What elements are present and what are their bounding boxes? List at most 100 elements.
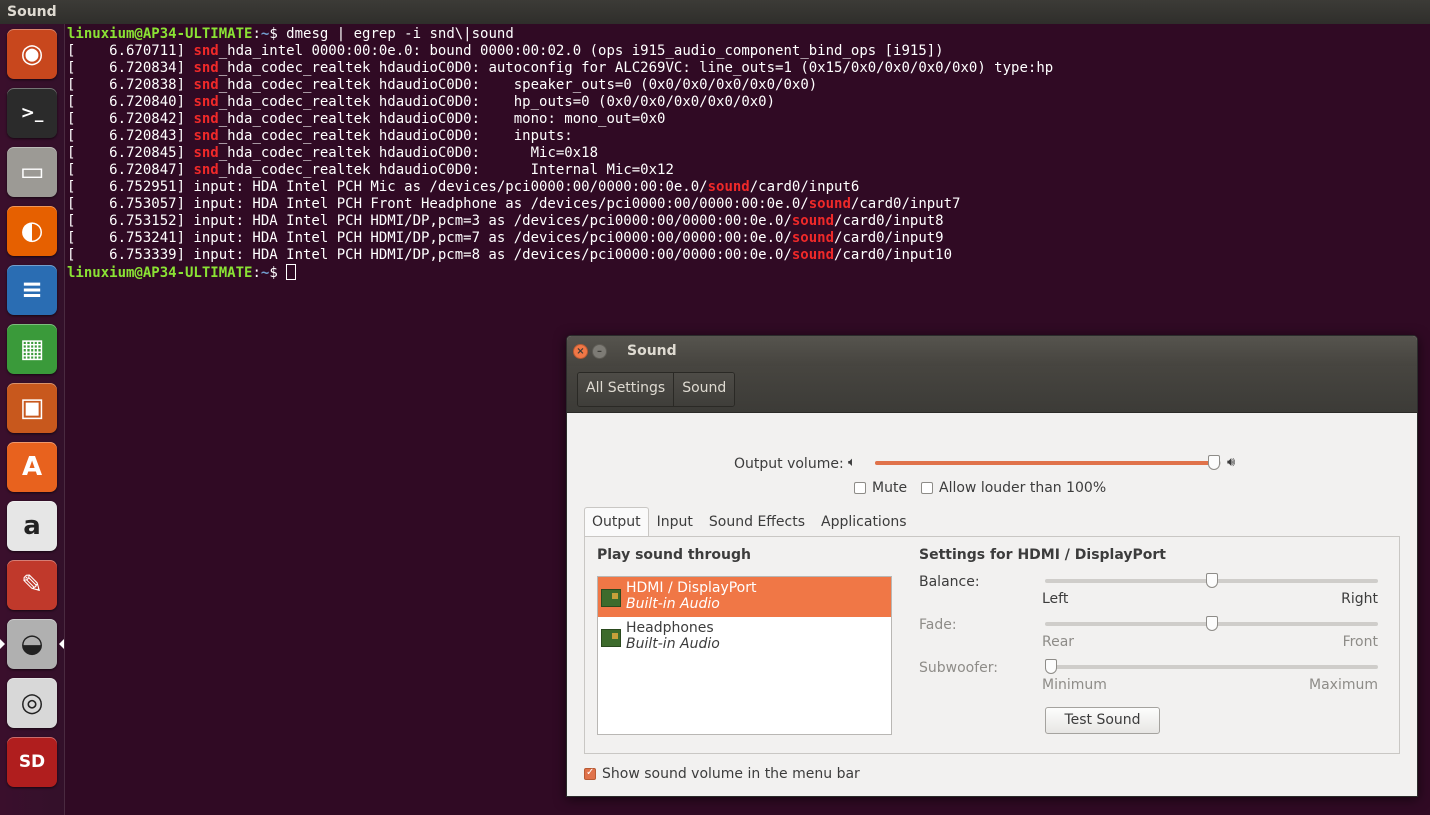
terminal-text: _hda_codec_realtek hdaudioC0D0: Mic=0x18: [218, 145, 599, 161]
terminal-text: [ 6.720847]: [67, 162, 194, 178]
terminal-text: /card0/input8: [834, 213, 944, 229]
terminal-text: sound: [791, 247, 835, 263]
terminal-text: [ 6.753339] input: HDA Intel PCH HDMI/DP…: [67, 247, 792, 263]
minimize-icon[interactable]: –: [592, 343, 607, 359]
launcher-amazon-icon[interactable]: a: [7, 501, 57, 551]
device-hdmi-displayport[interactable]: HDMI / DisplayPort Built-in Audio: [598, 577, 891, 617]
sound-card-icon: [601, 629, 621, 647]
launcher-terminal-icon[interactable]: >_: [7, 88, 57, 138]
balance-handle[interactable]: [1205, 573, 1218, 588]
terminal-line: [ 6.753241] input: HDA Intel PCH HDMI/DP…: [67, 230, 1430, 247]
terminal-text: snd: [193, 162, 219, 178]
terminal-text: snd: [193, 77, 219, 93]
terminal-line: linuxium@AP34-ULTIMATE:~$ dmesg | egrep …: [67, 26, 1430, 43]
allow-louder-checkbox[interactable]: [921, 482, 933, 494]
breadcrumb-sound[interactable]: Sound: [674, 373, 735, 406]
terminal-line: [ 6.720847] snd_hda_codec_realtek hdaudi…: [67, 162, 1430, 179]
device-headphones[interactable]: Headphones Built-in Audio: [598, 617, 891, 657]
tab-sound-effects[interactable]: Sound Effects: [701, 507, 813, 537]
launcher-software-center-icon[interactable]: A: [7, 442, 57, 492]
mute-label: Mute: [872, 480, 908, 496]
terminal-text: [ 6.720838]: [67, 77, 194, 93]
launcher-firefox-icon[interactable]: ◐: [7, 206, 57, 256]
launcher-sound-settings-icon[interactable]: ◒: [0, 619, 64, 669]
output-tab-panel: Play sound through HDMI / DisplayPort Bu…: [584, 536, 1400, 754]
device-name: Headphones: [626, 620, 714, 636]
tab-applications[interactable]: Applications: [813, 507, 915, 537]
sound-tabs: Output Input Sound Effects Applications: [584, 507, 915, 537]
terminal-line: [ 6.752951] input: HDA Intel PCH Mic as …: [67, 179, 1430, 196]
fade-handle[interactable]: [1205, 616, 1218, 631]
terminal-line: [ 6.753057] input: HDA Intel PCH Front H…: [67, 196, 1430, 213]
terminal-line: [ 6.720845] snd_hda_codec_realtek hdaudi…: [67, 145, 1430, 162]
tab-input[interactable]: Input: [649, 507, 701, 537]
fade-label: Fade:: [919, 617, 957, 633]
terminal-text: [ 6.720834]: [67, 60, 194, 76]
terminal-text: _hda_codec_realtek hdaudioC0D0: inputs:: [218, 128, 573, 144]
output-volume-fill: [875, 461, 1215, 465]
launcher-camera-icon[interactable]: ◎: [7, 678, 57, 728]
launcher-system-settings-icon[interactable]: ✎: [7, 560, 57, 610]
test-sound-button[interactable]: Test Sound: [1045, 707, 1160, 734]
fade-slider[interactable]: [1045, 616, 1378, 631]
launcher-dash-icon[interactable]: ◉: [7, 29, 57, 79]
terminal-line: [ 6.720843] snd_hda_codec_realtek hdaudi…: [67, 128, 1430, 145]
subwoofer-label: Subwoofer:: [919, 660, 998, 676]
output-volume-slider[interactable]: [875, 455, 1221, 470]
window-title: Sound: [627, 343, 677, 359]
terminal-text: [ 6.753241] input: HDA Intel PCH HDMI/DP…: [67, 230, 792, 246]
terminal-line: [ 6.720834] snd_hda_codec_realtek hdaudi…: [67, 60, 1430, 77]
subwoofer-slider[interactable]: [1045, 659, 1378, 674]
terminal-text: snd: [193, 145, 219, 161]
terminal-text: _hda_codec_realtek hdaudioC0D0: autoconf…: [218, 60, 1054, 76]
launcher: ◉ >_ ▭ ◐ ≡ ▦ ▣ Aa ✎ ◒ ◎ SD: [0, 24, 65, 815]
top-panel: Sound: [0, 0, 1430, 24]
terminal-text: :: [252, 26, 261, 42]
show-volume-checkbox[interactable]: [584, 767, 596, 780]
louder-checkbox-row[interactable]: Allow louder than 100%: [921, 480, 1106, 496]
launcher-files-icon[interactable]: ▭: [7, 147, 57, 197]
output-volume-label: Output volume:: [734, 456, 844, 472]
breadcrumb-all-settings[interactable]: All Settings: [578, 373, 675, 406]
show-volume-row[interactable]: Show sound volume in the menu bar: [584, 766, 860, 782]
launcher-impress-icon[interactable]: ▣: [7, 383, 57, 433]
terminal-text: sound: [808, 196, 851, 212]
terminal-line: [ 6.753339] input: HDA Intel PCH HDMI/DP…: [67, 247, 1430, 264]
close-icon[interactable]: ×: [573, 343, 588, 359]
terminal-line: [ 6.720838] snd_hda_codec_realtek hdaudi…: [67, 77, 1430, 94]
balance-slider[interactable]: [1045, 573, 1378, 588]
terminal-line: linuxium@AP34-ULTIMATE:~$: [67, 264, 1430, 281]
speaker-high-icon: 🔊︎: [1227, 455, 1236, 470]
terminal-text: [ 6.720840]: [67, 94, 194, 110]
toolbar: All Settings Sound: [567, 366, 1417, 413]
terminal-line: [ 6.670711] snd_hda_intel 0000:00:0e.0: …: [67, 43, 1430, 60]
terminal-text: [ 6.720842]: [67, 111, 194, 127]
launcher-writer-icon[interactable]: ≡: [7, 265, 57, 315]
terminal-text: /card0/input9: [834, 230, 944, 246]
subwoofer-handle[interactable]: [1045, 659, 1057, 674]
sound-titlebar[interactable]: × – Sound: [567, 336, 1417, 366]
terminal-line: [ 6.720842] snd_hda_codec_realtek hdaudi…: [67, 111, 1430, 128]
terminal-text: _hda_codec_realtek hdaudioC0D0: speaker_…: [218, 77, 818, 93]
terminal-text: [ 6.720843]: [67, 128, 194, 144]
tab-output[interactable]: Output: [584, 507, 649, 537]
terminal-line: [ 6.753152] input: HDA Intel PCH HDMI/DP…: [67, 213, 1430, 230]
terminal-text: snd: [193, 60, 219, 76]
mute-checkbox-row[interactable]: Mute: [854, 480, 907, 496]
launcher-sd-card-icon[interactable]: SD: [7, 737, 57, 787]
terminal-text: [ 6.753057] input: HDA Intel PCH Front H…: [67, 196, 809, 212]
device-subtitle: Built-in Audio: [626, 596, 720, 612]
terminal-text: snd: [193, 94, 219, 110]
mute-checkbox[interactable]: [854, 482, 866, 494]
device-name: HDMI / DisplayPort: [626, 580, 757, 596]
settings-heading: Settings for HDMI / DisplayPort: [919, 547, 1166, 563]
terminal-text: /card0/input6: [749, 179, 860, 195]
play-through-heading: Play sound through: [597, 547, 751, 563]
terminal-text: _hda_codec_realtek hdaudioC0D0: Internal…: [218, 162, 674, 178]
terminal-text: _hda_codec_realtek hdaudioC0D0: mono: mo…: [218, 111, 666, 127]
launcher-calc-icon[interactable]: ▦: [7, 324, 57, 374]
balance-label: Balance:: [919, 574, 980, 590]
output-volume-handle[interactable]: [1208, 455, 1221, 470]
show-volume-label: Show sound volume in the menu bar: [602, 766, 860, 782]
terminal-text: _hda_codec_realtek hdaudioC0D0: hp_outs=…: [218, 94, 776, 110]
